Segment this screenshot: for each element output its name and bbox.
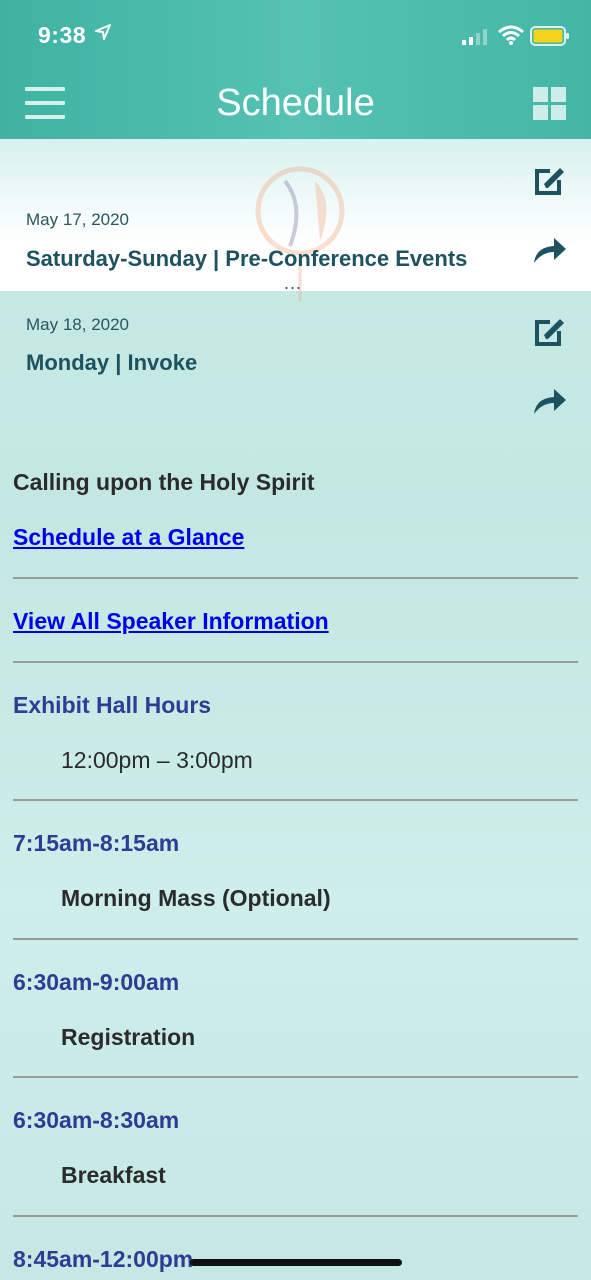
divider	[13, 1076, 578, 1078]
exhibit-hall-heading: Exhibit Hall Hours	[13, 692, 212, 718]
event-name[interactable]: Breakfast	[61, 1162, 166, 1189]
divider	[13, 661, 578, 663]
status-bar: 9:38	[0, 0, 591, 70]
event-name[interactable]: Morning Mass (Optional)	[61, 885, 331, 912]
view-all-speakers-link[interactable]: View All Speaker Information	[13, 608, 329, 635]
day-row-selected[interactable]: May 17, 2020 Saturday-Sunday | Pre-Confe…	[0, 139, 591, 301]
day-date: May 17, 2020	[26, 210, 130, 229]
divider	[13, 1215, 578, 1217]
day-title: Monday | Invoke	[26, 350, 198, 375]
app-header: 9:38 Schedule	[0, 0, 591, 139]
wifi-icon	[498, 25, 524, 45]
share-icon[interactable]	[532, 235, 568, 265]
grid-view-icon[interactable]	[533, 87, 566, 120]
edit-icon[interactable]	[533, 314, 567, 348]
divider	[13, 938, 578, 940]
exhibit-hall-hours: 12:00pm – 3:00pm	[61, 747, 253, 773]
edit-icon[interactable]	[533, 163, 567, 197]
cellular-signal-icon	[462, 29, 487, 45]
divider	[13, 799, 578, 801]
schedule-at-a-glance-link[interactable]: Schedule at a Glance	[13, 524, 244, 551]
event-time: 7:15am-8:15am	[13, 830, 180, 856]
event-time: 6:30am-9:00am	[13, 969, 180, 995]
day-title: Saturday-Sunday | Pre-Conference Events	[26, 246, 468, 271]
event-time: 8:45am-12:00pm	[13, 1246, 194, 1272]
event-time: 6:30am-8:30am	[13, 1107, 180, 1133]
nav-bar: Schedule	[0, 70, 591, 139]
share-icon[interactable]	[532, 386, 568, 416]
event-name[interactable]: Registration	[61, 1024, 195, 1051]
home-indicator[interactable]	[190, 1259, 402, 1266]
battery-icon	[530, 26, 569, 46]
day-date: May 18, 2020	[26, 315, 130, 334]
page-title: Schedule	[216, 82, 375, 124]
location-arrow-icon	[95, 24, 111, 40]
divider	[13, 577, 578, 579]
day-row[interactable]: May 18, 2020 Monday | Invoke	[0, 291, 591, 431]
day-subtitle: Calling upon the Holy Spirit	[13, 469, 315, 495]
status-time: 9:38	[38, 22, 87, 48]
